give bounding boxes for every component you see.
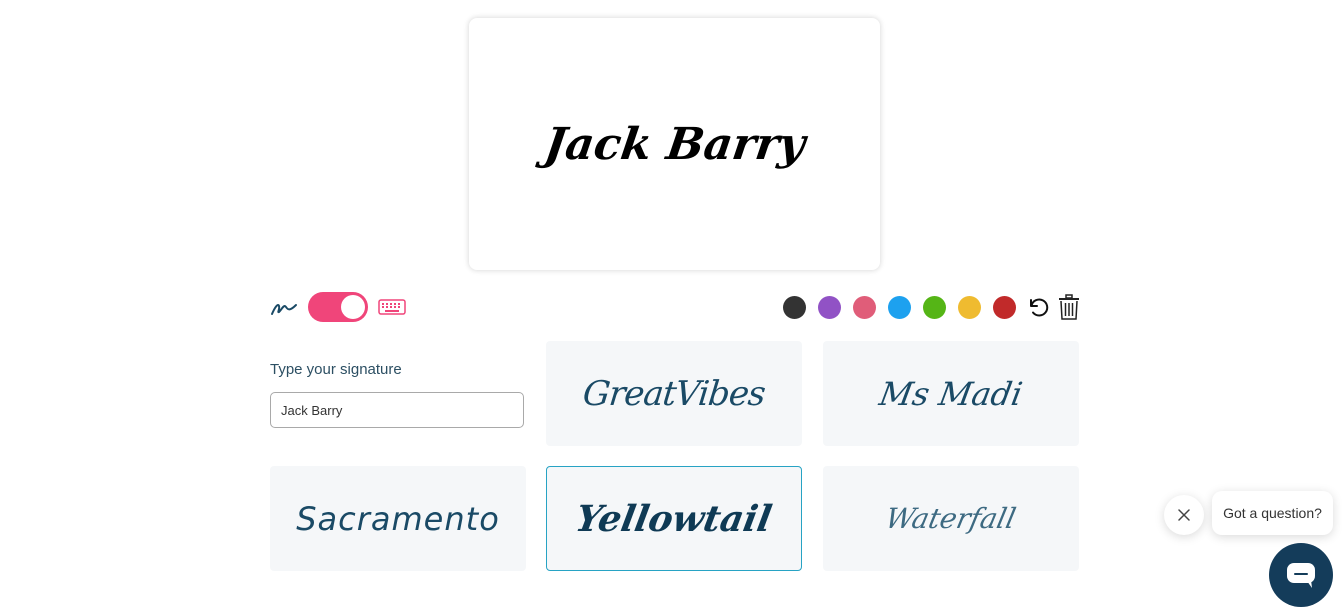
font-option-label: GreatVibes (581, 373, 767, 414)
type-signature-label: Type your signature (270, 361, 402, 378)
chat-prompt-text: Got a question? (1223, 505, 1322, 521)
draw-type-toggle[interactable] (308, 292, 368, 322)
chat-prompt-bubble[interactable]: Got a question? (1212, 491, 1333, 535)
font-option-waterfall[interactable]: Waterfall (823, 466, 1079, 571)
font-option-msmadi[interactable]: Ms Madi (823, 341, 1079, 446)
signature-text-input[interactable] (270, 392, 524, 428)
color-swatch-green[interactable] (923, 295, 946, 319)
font-option-greatvibes[interactable]: GreatVibes (546, 341, 802, 446)
chat-icon (1287, 563, 1315, 588)
color-swatch-black[interactable] (783, 295, 806, 319)
font-option-label: Ms Madi (876, 374, 1026, 413)
toggle-knob (341, 295, 365, 319)
font-option-yellowtail[interactable]: Yellowtail (546, 466, 802, 571)
draw-signature-icon[interactable] (270, 297, 298, 317)
close-icon (1178, 509, 1190, 521)
color-swatch-red[interactable] (993, 295, 1016, 319)
color-swatch-yellow[interactable] (958, 295, 981, 319)
chat-close-button[interactable] (1164, 495, 1204, 535)
color-picker (783, 294, 1080, 320)
undo-icon[interactable] (1026, 295, 1050, 319)
signature-canvas[interactable]: Jack Barry (469, 18, 880, 270)
font-option-label: Yellowtail (572, 497, 776, 540)
color-swatch-blue[interactable] (888, 295, 911, 319)
signature-preview: Jack Barry (541, 118, 808, 170)
trash-icon[interactable] (1058, 294, 1080, 320)
font-option-label: Sacramento (296, 499, 500, 538)
keyboard-icon[interactable] (378, 299, 406, 315)
mode-switcher (270, 292, 406, 322)
font-option-sacramento[interactable]: Sacramento (270, 466, 526, 571)
color-swatch-pink[interactable] (853, 295, 876, 319)
font-option-label: Waterfall (882, 502, 1020, 535)
chat-launcher-button[interactable] (1269, 543, 1333, 607)
color-swatch-purple[interactable] (818, 295, 841, 319)
